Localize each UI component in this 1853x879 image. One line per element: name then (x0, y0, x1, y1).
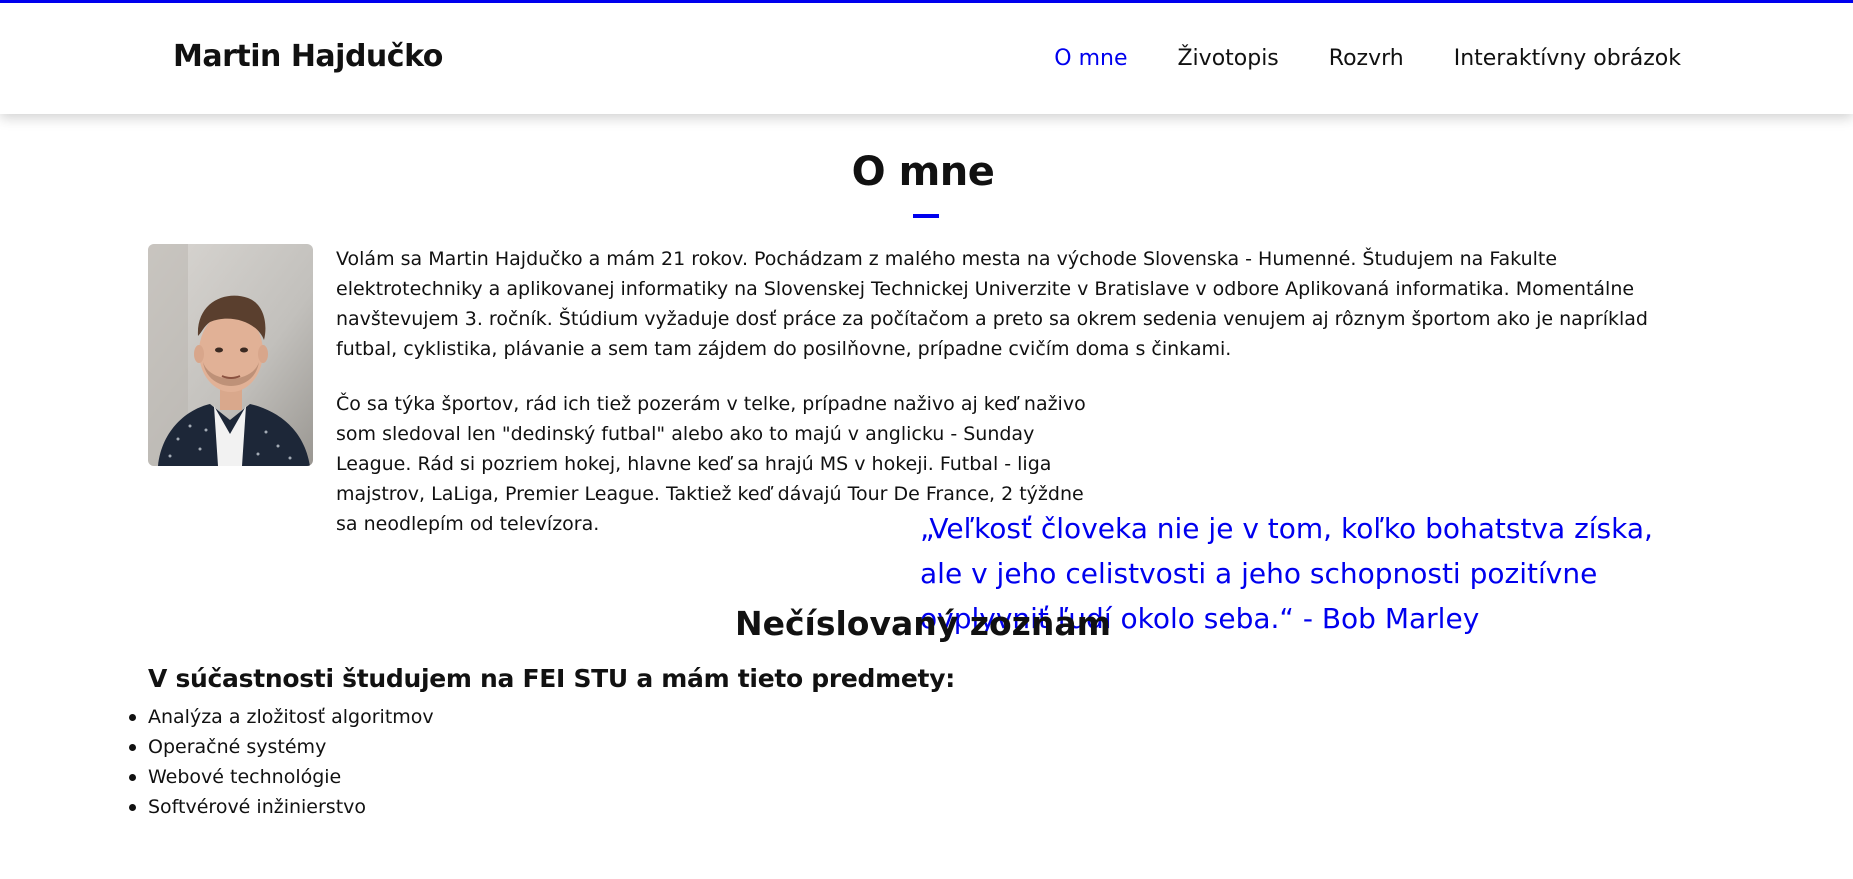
nav-link-interaktivny-obrazok[interactable]: Interaktívny obrázok (1454, 46, 1681, 71)
subjects-heading: V súčastnosti študujem na FEI STU a mám … (148, 664, 955, 693)
list-item: Webové technológie (129, 762, 434, 792)
list-item: Analýza a zložitosť algoritmov (129, 702, 434, 732)
about-paragraph-1: Volám sa Martin Hajdučko a mám 21 rokov.… (336, 248, 1648, 360)
subjects-list: Analýza a zložitosť algoritmov Operačné … (129, 702, 434, 822)
title-underline (913, 214, 939, 218)
nav-link-zivotopis[interactable]: Životopis (1177, 46, 1278, 71)
main-nav: O mne Životopis Rozvrh Interaktívny obrá… (1054, 46, 1681, 71)
nav-link-o-mne[interactable]: O mne (1054, 46, 1127, 71)
page-title: O mne (851, 149, 995, 195)
list-section-title: Nečíslovaný zoznam (734, 604, 1111, 643)
list-item: Softvérové inžinierstvo (129, 792, 434, 822)
about-section: Volám sa Martin Hajdučko a mám 21 rokov.… (148, 244, 1698, 635)
profile-photo (148, 244, 313, 466)
top-navbar: Martin Hajdučko O mne Životopis Rozvrh I… (0, 0, 1853, 114)
nav-link-rozvrh[interactable]: Rozvrh (1329, 46, 1404, 71)
list-item: Operačné systémy (129, 732, 434, 762)
site-brand[interactable]: Martin Hajdučko (173, 39, 443, 74)
